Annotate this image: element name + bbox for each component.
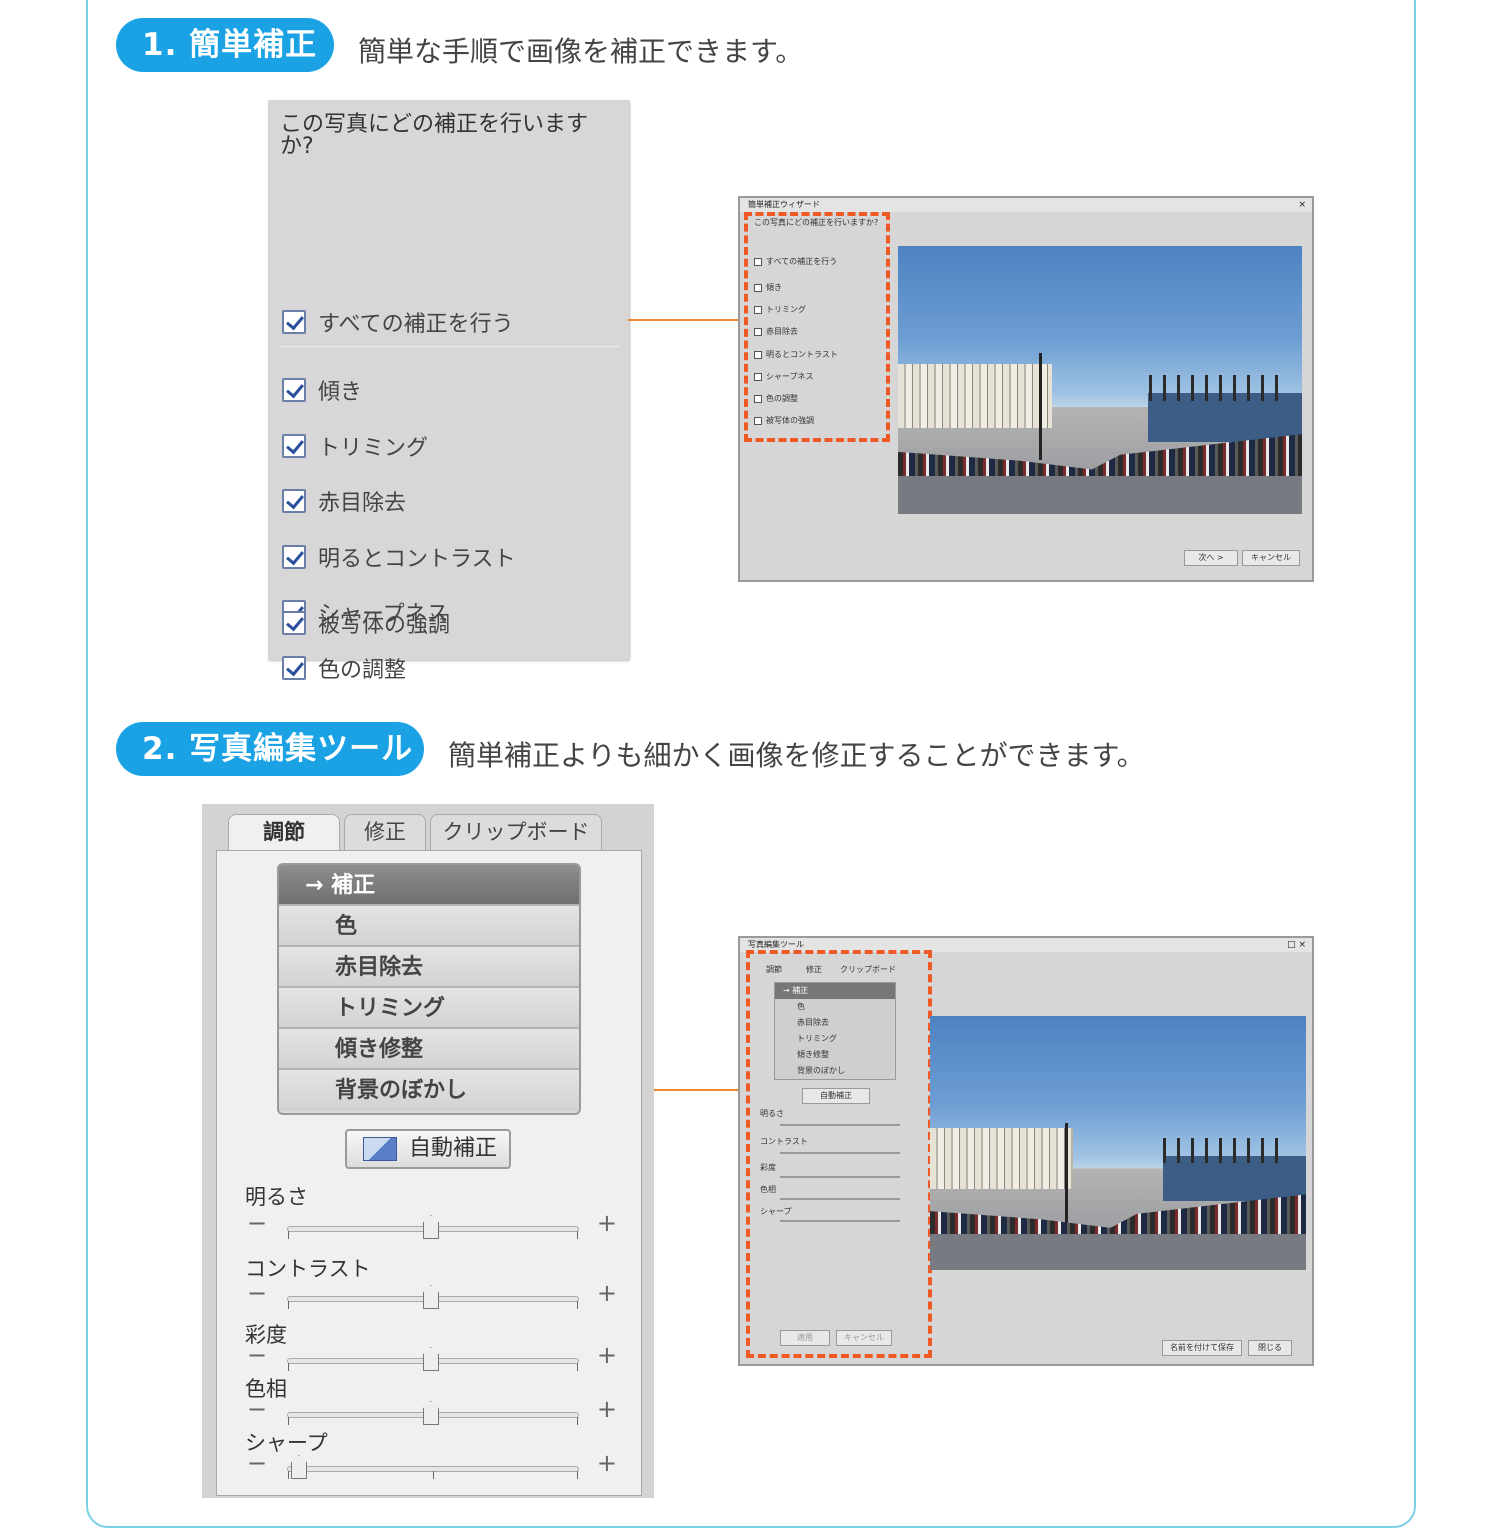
checkbox-color-adjust[interactable]: 色の調整 — [282, 653, 406, 683]
window-titlebar: 簡単補正ウィザード × — [740, 198, 1312, 212]
minus-icon[interactable]: − — [247, 1279, 267, 1307]
tab-adjust[interactable]: 調節 — [228, 814, 340, 852]
checkbox-label: 傾き — [318, 380, 363, 405]
checkbox-tilt[interactable]: 傾き — [282, 375, 362, 405]
plus-icon[interactable]: + — [597, 1209, 617, 1237]
checkbox-brightness-contrast[interactable]: 明るとコントラスト — [282, 542, 516, 572]
plus-icon[interactable]: + — [597, 1449, 617, 1477]
close-icon[interactable]: × — [1298, 198, 1306, 212]
section2-description: 簡単補正よりも細かく画像を修正することができます。 — [448, 739, 1145, 772]
window-title: 写真編集ツール — [748, 940, 804, 949]
checkbox-checked-icon — [282, 545, 306, 569]
slider-thumb[interactable] — [423, 1215, 439, 1239]
tab-clipboard[interactable]: クリップボード — [430, 814, 602, 850]
save-as-button[interactable]: 名前を付けて保存 — [1162, 1340, 1242, 1356]
auto-correct-label: 自動補正 — [409, 1136, 498, 1161]
checkbox-checked-icon — [282, 310, 306, 334]
checkbox-label: 被写体の強調 — [318, 613, 451, 638]
minus-icon[interactable]: − — [247, 1341, 267, 1369]
slider-thumb[interactable] — [291, 1455, 307, 1479]
checkbox-red-eye[interactable]: 赤目除去 — [282, 486, 406, 516]
photo-edit-screenshot: 写真編集ツール □ × 調節 修正 クリップボード → 補正 色 赤目除去 トリミ… — [738, 936, 1314, 1366]
checkbox-label: トリミング — [318, 436, 429, 461]
menu-item-color[interactable]: 色 — [279, 906, 579, 947]
menu-item-red-eye[interactable]: 赤目除去 — [279, 947, 579, 988]
correction-wizard-panel: この写真にどの補正を行いますか? すべての補正を行う 傾き トリミング 赤目除去… — [268, 100, 629, 683]
checkbox-label: 赤目除去 — [318, 491, 407, 516]
wizard-screenshot: 簡単補正ウィザード × この写真にどの補正を行いますか? すべての補正を行う 傾き… — [738, 196, 1314, 582]
correction-menu: → 補正 色 赤目除去 トリミング 傾き修整 背景のぼかし — [277, 863, 581, 1115]
tool-body: → 補正 色 赤目除去 トリミング 傾き修整 背景のぼかし 自動補正 明るさ −… — [216, 850, 642, 1496]
window-title: 簡単補正ウィザード — [748, 200, 820, 209]
menu-item-correction[interactable]: → 補正 — [279, 865, 579, 906]
checkbox-checked-icon — [282, 378, 306, 402]
plus-icon[interactable]: + — [597, 1395, 617, 1423]
checkbox-checked-icon — [282, 489, 306, 513]
tab-fix[interactable]: 修正 — [344, 814, 426, 850]
slider-thumb[interactable] — [423, 1401, 439, 1425]
contrast-slider[interactable]: − + — [247, 1279, 617, 1313]
section1-description: 簡単な手順で画像を補正できます。 — [358, 35, 804, 68]
menu-item-tilt[interactable]: 傾き修整 — [279, 1029, 579, 1070]
plus-icon[interactable]: + — [597, 1279, 617, 1307]
divider — [280, 346, 620, 347]
all-corrections-checkbox[interactable]: すべての補正を行う — [282, 307, 514, 337]
minus-icon[interactable]: − — [247, 1209, 267, 1237]
slider-thumb[interactable] — [423, 1285, 439, 1309]
sharpness-slider[interactable]: − + — [247, 1449, 617, 1483]
auto-correct-icon — [363, 1137, 397, 1161]
photo-edit-tool-panel: 調節 修正 クリップボード → 補正 色 赤目除去 トリミング 傾き修整 背景の… — [202, 804, 654, 1498]
saturation-slider[interactable]: − + — [247, 1341, 617, 1375]
checkbox-trimming[interactable]: トリミング — [282, 431, 428, 461]
minus-icon[interactable]: − — [247, 1395, 267, 1423]
slider-track — [287, 1466, 579, 1479]
close-icon[interactable]: □ × — [1287, 938, 1306, 952]
checkbox-label: 色の調整 — [318, 658, 407, 683]
menu-item-trimming[interactable]: トリミング — [279, 988, 579, 1029]
checkbox-label: すべての補正を行う — [318, 312, 514, 337]
hue-slider[interactable]: − + — [247, 1395, 617, 1429]
brightness-slider[interactable]: − + — [247, 1209, 617, 1243]
auto-correct-button[interactable]: 自動補正 — [345, 1129, 511, 1169]
checkbox-subject-emphasis[interactable]: 被写体の強調 — [282, 608, 450, 638]
cancel-button[interactable]: キャンセル — [1242, 550, 1300, 566]
photo-preview — [930, 1016, 1306, 1270]
highlight-box — [744, 212, 890, 442]
wizard-question: この写真にどの補正を行いますか? — [280, 112, 589, 159]
close-button[interactable]: 閉じる — [1248, 1340, 1292, 1356]
checkbox-checked-icon — [282, 611, 306, 635]
slider-thumb[interactable] — [423, 1347, 439, 1371]
checkbox-checked-icon — [282, 656, 306, 680]
photo-preview — [898, 246, 1302, 514]
highlight-box — [746, 950, 932, 1358]
checkbox-checked-icon — [282, 434, 306, 458]
minus-icon[interactable]: − — [247, 1449, 267, 1477]
next-button[interactable]: 次へ > — [1184, 550, 1238, 566]
section1-badge: 1. 簡単補正 — [116, 18, 334, 72]
slider-label-brightness: 明るさ — [245, 1185, 308, 1209]
section2-badge: 2. 写真編集ツール — [116, 722, 424, 776]
menu-item-background-blur[interactable]: 背景のぼかし — [279, 1070, 579, 1111]
checkbox-label: 明るとコントラスト — [318, 547, 516, 572]
plus-icon[interactable]: + — [597, 1341, 617, 1369]
